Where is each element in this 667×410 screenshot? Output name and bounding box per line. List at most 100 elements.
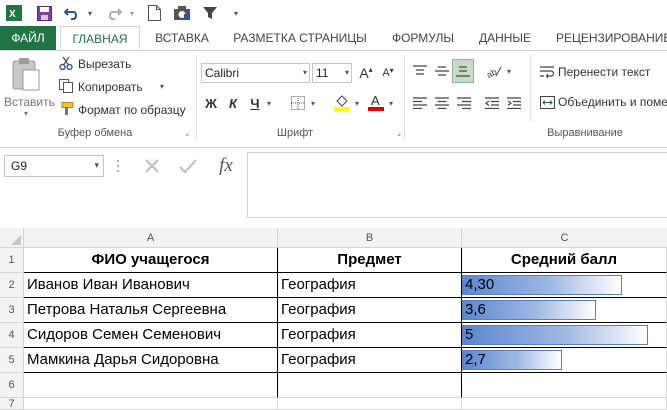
fill-color-dropdown-icon[interactable]: ▾ [352, 95, 362, 111]
redo-icon[interactable] [104, 3, 124, 23]
tab-file[interactable]: ФАЙЛ [0, 26, 56, 50]
column-header-a[interactable]: A [24, 228, 278, 248]
row-header[interactable]: 1 [0, 248, 24, 273]
increase-font-icon[interactable]: A ▴ [356, 63, 376, 83]
insert-function-button[interactable]: fx [212, 153, 240, 179]
svg-text:A: A [371, 93, 380, 108]
underline-button[interactable]: Ч [246, 93, 264, 113]
copy-button[interactable]: Копировать [78, 80, 143, 94]
undo-dropdown-icon[interactable]: ▾ [80, 3, 100, 23]
column-header-c[interactable]: C [462, 228, 667, 248]
tab-data[interactable]: ДАННЫЕ [470, 26, 540, 50]
orientation-icon[interactable]: ab [484, 61, 504, 81]
save-icon[interactable] [34, 3, 54, 23]
chevron-down-icon: ▾ [344, 68, 349, 77]
fill-color-icon[interactable] [332, 91, 352, 113]
font-size-box[interactable]: 11 ▾ [312, 63, 352, 83]
formula-input[interactable] [247, 152, 667, 218]
font-color-icon[interactable]: A [366, 91, 386, 113]
table-cell-name[interactable]: Мамкина Дарья Сидоровна [24, 348, 278, 373]
table-cell-score[interactable]: 5 [462, 323, 667, 348]
column-header-b[interactable]: B [278, 228, 462, 248]
increase-indent-icon[interactable] [504, 93, 524, 113]
score-value: 3,6 [465, 301, 486, 318]
tab-home[interactable]: ГЛАВНАЯ [60, 26, 140, 50]
filter-icon[interactable] [200, 3, 220, 23]
enter-icon[interactable] [176, 154, 200, 178]
wrap-text-button[interactable]: Перенести текст [558, 65, 650, 79]
decrease-indent-icon[interactable] [482, 93, 502, 113]
table-cell-name[interactable]: Петрова Наталья Сергеевна [24, 298, 278, 323]
borders-icon[interactable] [288, 93, 308, 113]
copy-dropdown-icon[interactable]: ▾ [160, 82, 164, 91]
empty-cell[interactable] [462, 398, 667, 410]
empty-cell[interactable] [278, 398, 462, 410]
table-cell-score[interactable]: 4,30 [462, 273, 667, 298]
paste-button[interactable]: Вставить [4, 95, 55, 109]
paste-icon[interactable] [8, 55, 42, 93]
tab-review[interactable]: РЕЦЕНЗИРОВАНИЕ [548, 26, 667, 50]
table-cell-subject[interactable]: География [278, 298, 462, 323]
row-header[interactable]: 7 [0, 398, 24, 410]
bold-button[interactable]: Ж [202, 93, 220, 113]
chevron-down-icon: ▾ [94, 160, 99, 170]
italic-button[interactable]: К [224, 93, 242, 113]
merge-center-button[interactable]: Объединить и поме [558, 95, 667, 109]
merge-center-icon [538, 93, 556, 111]
table-cell-name[interactable]: Иванов Иван Иванович [24, 273, 278, 298]
font-color-dropdown-icon[interactable]: ▾ [386, 95, 396, 111]
clipboard-launcher-icon[interactable]: ⌟ [182, 127, 192, 137]
undo-icon[interactable] [62, 3, 82, 23]
tab-formulas[interactable]: ФОРМУЛЫ [384, 26, 462, 50]
borders-dropdown-icon[interactable]: ▾ [308, 95, 318, 111]
table-header-score[interactable]: Средний балл [462, 248, 667, 273]
table-cell-score[interactable]: 3,6 [462, 298, 667, 323]
empty-cell[interactable] [278, 373, 462, 398]
orientation-dropdown-icon[interactable]: ▾ [504, 63, 514, 79]
select-all-corner[interactable] [0, 228, 24, 248]
align-left-icon[interactable] [410, 93, 430, 113]
table-cell-subject[interactable]: География [278, 273, 462, 298]
table-cell-subject[interactable]: География [278, 348, 462, 373]
align-middle-icon[interactable] [432, 61, 452, 81]
decrease-font-icon[interactable]: A ▾ [378, 63, 398, 83]
worksheet-grid: A B C 1 2 3 4 5 6 7 ФИО учащегося Предме… [0, 228, 667, 410]
row-header[interactable]: 6 [0, 373, 24, 398]
formula-bar-grip-icon[interactable] [116, 158, 120, 174]
svg-text:ab: ab [486, 67, 498, 78]
divider [404, 55, 405, 141]
table-cell-name[interactable]: Сидоров Семен Семенович [24, 323, 278, 348]
align-right-icon[interactable] [454, 93, 474, 113]
copy-icon [58, 78, 74, 94]
table-header-subject[interactable]: Предмет [278, 248, 462, 273]
paste-dropdown-icon[interactable]: ▾ [24, 109, 28, 118]
font-launcher-icon[interactable]: ⌟ [394, 127, 404, 137]
name-box[interactable]: G9 ▾ [4, 155, 104, 177]
redo-dropdown-icon[interactable]: ▾ [122, 3, 142, 23]
empty-cell[interactable] [24, 373, 278, 398]
row-header[interactable]: 5 [0, 348, 24, 373]
row-header[interactable]: 2 [0, 273, 24, 298]
empty-cell[interactable] [462, 373, 667, 398]
align-top-icon[interactable] [410, 61, 430, 81]
font-name-box[interactable]: Calibri ▾ [201, 63, 310, 83]
row-header[interactable]: 3 [0, 298, 24, 323]
customize-icon[interactable]: ▾ [226, 3, 246, 23]
table-cell-score[interactable]: 2,7 [462, 348, 667, 373]
format-painter-button[interactable]: Формат по образцу [78, 103, 186, 117]
align-bottom-icon[interactable] [452, 59, 474, 83]
table-cell-subject[interactable]: География [278, 323, 462, 348]
camera-icon[interactable] [172, 3, 192, 23]
empty-cell[interactable] [24, 398, 278, 410]
align-center-icon[interactable] [432, 93, 452, 113]
new-document-icon[interactable] [144, 3, 164, 23]
underline-dropdown-icon[interactable]: ▾ [264, 95, 274, 111]
cut-button[interactable]: Вырезать [78, 57, 131, 71]
tab-page-layout[interactable]: РАЗМЕТКА СТРАНИЦЫ [224, 26, 376, 50]
row-header[interactable]: 4 [0, 323, 24, 348]
cancel-icon[interactable] [140, 154, 164, 178]
table-header-name[interactable]: ФИО учащегося [24, 248, 278, 273]
divider [196, 55, 197, 141]
quick-access-toolbar: X ▾ ▾ ▾ [0, 0, 667, 26]
tab-insert[interactable]: ВСТАВКА [148, 26, 216, 50]
